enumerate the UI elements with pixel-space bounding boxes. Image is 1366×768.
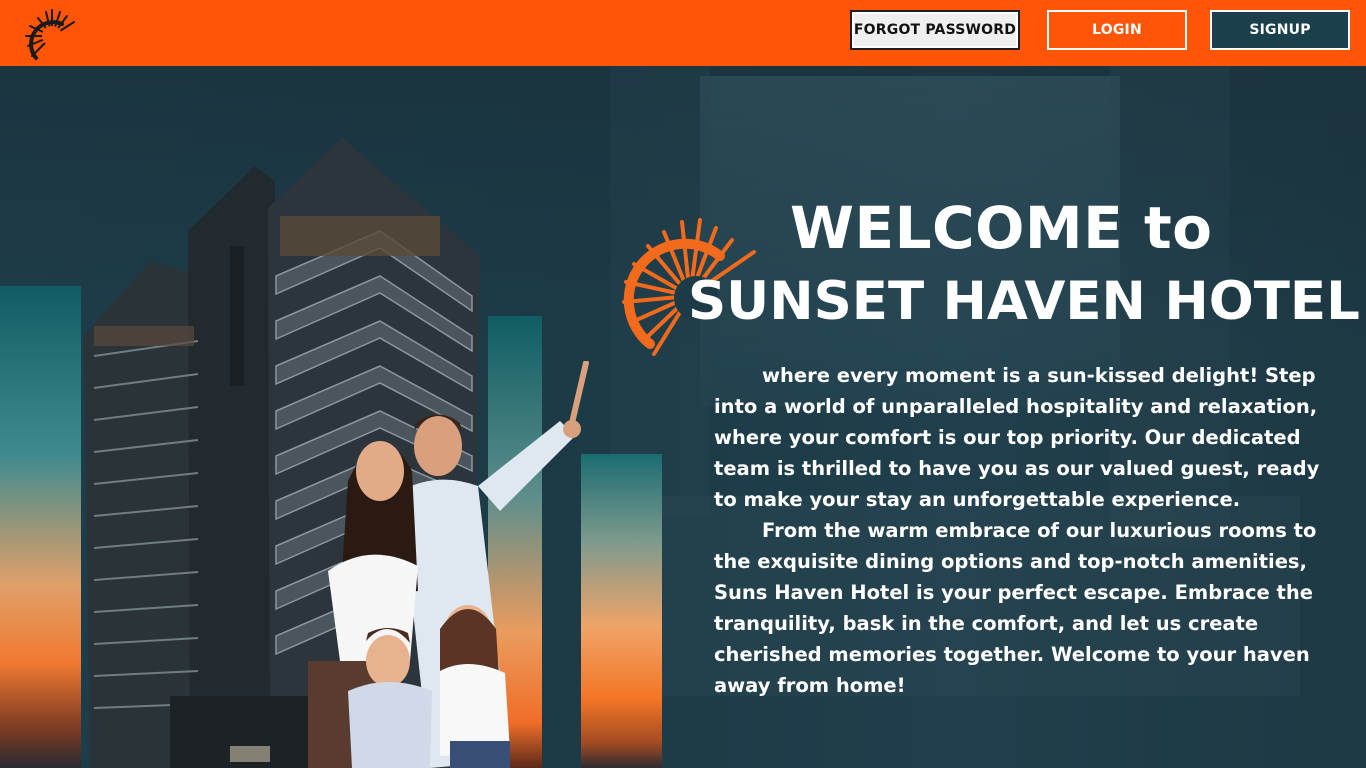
intro-paragraph: From the warm embrace of our luxurious r… xyxy=(714,519,1317,697)
intro-paragraph: where every moment is a sun-kissed delig… xyxy=(714,364,1320,511)
sun-rays-logo-icon[interactable] xyxy=(22,8,78,62)
hotel-name-heading: SUNSET HAVEN HOTEL xyxy=(688,271,1360,332)
family-image xyxy=(300,360,590,768)
sunset-panel-left xyxy=(0,286,81,768)
intro-text: where every moment is a sun-kissed delig… xyxy=(714,360,1334,701)
hero-section: WELCOME to SUNSET HAVEN HOTEL where ever… xyxy=(0,66,1366,768)
forgot-password-button[interactable]: FORGOT PASSWORD xyxy=(850,10,1020,50)
welcome-heading: WELCOME to xyxy=(790,194,1213,262)
login-button[interactable]: LOGIN xyxy=(1047,10,1187,50)
sunset-panel-right xyxy=(581,454,662,768)
top-header: FORGOT PASSWORD LOGIN SIGNUP xyxy=(0,0,1366,66)
signup-button[interactable]: SIGNUP xyxy=(1210,10,1350,50)
